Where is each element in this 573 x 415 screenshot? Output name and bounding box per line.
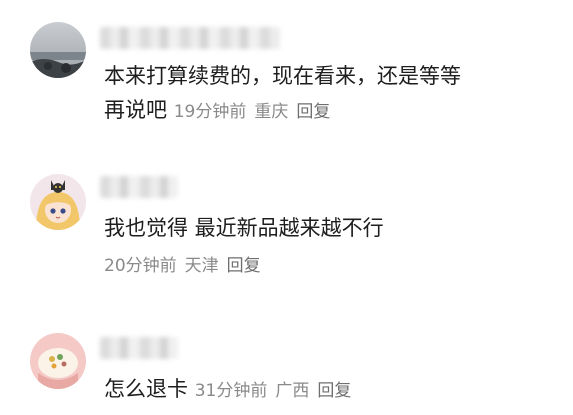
comment-text-line2: 再说吧 — [104, 98, 167, 122]
anime-girl-with-cat — [30, 174, 86, 230]
comment-text: 怎么退卡 31分钟前 广西 回复 — [104, 373, 359, 407]
reply-button[interactable]: 回复 — [317, 381, 351, 401]
username-blurred[interactable] — [100, 337, 178, 359]
location: 广西 — [275, 381, 310, 401]
location: 天津 — [184, 256, 219, 276]
timestamp: 20分钟前 — [104, 256, 177, 276]
comment-meta: 31分钟前 广西 回复 — [195, 381, 360, 401]
comment-text-continued: 再说吧 19分钟前 重庆 回复 — [104, 94, 338, 128]
comment-meta: 20分钟前 天津 回复 — [104, 250, 269, 282]
comment-text: 我也觉得 最近新品越来越不行 — [104, 216, 384, 240]
rice-bowl-photo — [30, 333, 86, 389]
avatar[interactable] — [30, 333, 86, 389]
username-blurred[interactable] — [100, 176, 178, 198]
comment-meta: 19分钟前 重庆 回复 — [174, 102, 339, 122]
username-blurred[interactable] — [100, 27, 280, 49]
comment-text: 本来打算续费的，现在看来，还是等等 — [104, 64, 461, 88]
timestamp: 19分钟前 — [173, 102, 247, 122]
timestamp: 31分钟前 — [194, 381, 268, 401]
location: 重庆 — [254, 102, 289, 122]
reply-button[interactable]: 回复 — [227, 256, 261, 276]
ocean-rock-photo — [30, 22, 86, 78]
comment-text-content: 怎么退卡 — [104, 377, 188, 401]
avatar[interactable] — [30, 174, 86, 230]
avatar[interactable] — [30, 22, 86, 78]
reply-button[interactable]: 回复 — [296, 102, 330, 122]
